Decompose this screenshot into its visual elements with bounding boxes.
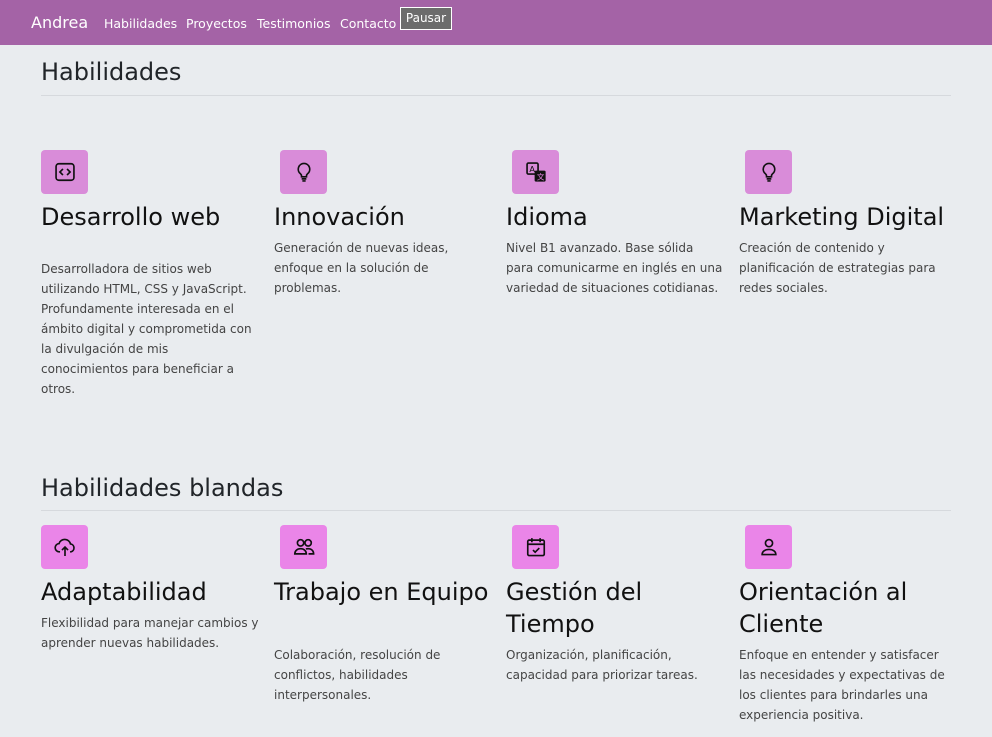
soft-skill-title: Trabajo en Equipo xyxy=(274,578,489,606)
code-icon xyxy=(41,150,88,194)
lightbulb-icon xyxy=(280,150,327,194)
skills-section-title: Habilidades xyxy=(41,58,182,86)
brand-link[interactable]: Andrea xyxy=(31,13,88,32)
soft-skill-text: Enfoque en entender y satisfacer las nec… xyxy=(739,648,945,722)
cloud-upload-icon xyxy=(41,525,88,569)
translate-icon: A文 xyxy=(512,150,559,194)
lightbulb-icon xyxy=(745,150,792,194)
skill-title: Desarrollo web xyxy=(41,203,221,231)
soft-skill-text: Organización, planificación, capacidad p… xyxy=(506,648,698,682)
skill-text: Nivel B1 avanzado. Base sólida para comu… xyxy=(506,241,723,295)
nav-link-testimonios[interactable]: Testimonios xyxy=(257,16,330,31)
svg-text:A: A xyxy=(529,164,535,174)
soft-skill-text: Flexibilidad para manejar cambios y apre… xyxy=(41,616,259,650)
svg-text:文: 文 xyxy=(536,172,544,182)
skill-text: Generación de nuevas ideas, enfoque en l… xyxy=(274,241,449,295)
section-divider xyxy=(41,510,951,511)
skill-text: Creación de contenido y planificación de… xyxy=(739,241,936,295)
skill-title: Innovación xyxy=(274,203,405,231)
pause-button[interactable]: Pausar xyxy=(400,7,452,30)
soft-skill-title: Adaptabilidad xyxy=(41,578,207,606)
skill-title: Marketing Digital xyxy=(739,203,945,231)
people-icon xyxy=(280,525,327,569)
skill-text: Desarrolladora de sitios web utilizando … xyxy=(41,262,252,396)
person-icon xyxy=(745,525,792,569)
nav-link-contacto[interactable]: Contacto xyxy=(340,16,396,31)
soft-skills-section-title: Habilidades blandas xyxy=(41,474,284,502)
soft-skill-title: Orientación al Cliente xyxy=(739,578,908,638)
skill-title: Idioma xyxy=(506,203,588,231)
soft-skill-text: Colaboración, resolución de conflictos, … xyxy=(274,648,441,702)
nav-link-habilidades[interactable]: Habilidades xyxy=(104,16,177,31)
soft-skill-title: Gestión del Tiempo xyxy=(506,578,643,638)
calendar-check-icon xyxy=(512,525,559,569)
nav-link-proyectos[interactable]: Proyectos xyxy=(186,16,247,31)
section-divider xyxy=(41,95,951,96)
navbar: Andrea Habilidades Proyectos Testimonios… xyxy=(0,0,992,45)
